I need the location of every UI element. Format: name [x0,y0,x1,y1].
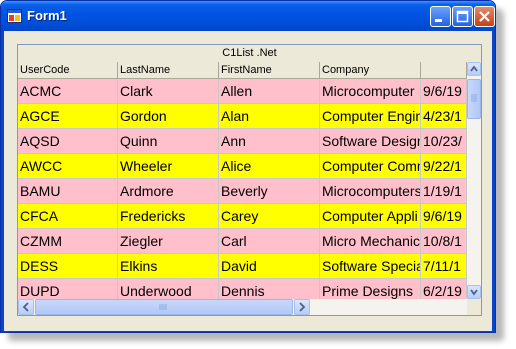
chevron-left-icon [22,302,29,312]
table-cell[interactable]: Computer Engin [320,104,421,129]
table-cell[interactable]: 10/8/1 [421,229,467,254]
table-cell[interactable]: Software Specia [320,254,421,279]
chevron-right-icon [299,302,306,312]
table-cell[interactable]: Elkins [118,254,219,279]
table-cell[interactable]: Ardmore [118,179,219,204]
table-cell[interactable]: Alice [219,154,320,179]
table-row[interactable]: AWCC Wheeler Alice Computer Comm 9/22/1 [18,154,467,179]
table-cell[interactable]: 4/23/1 [421,104,467,129]
c1list-grid[interactable]: C1List .Net UserCode LastName FirstName Com… [17,44,482,316]
table-cell[interactable]: David [219,254,320,279]
table-cell[interactable]: Alan [219,104,320,129]
table-cell[interactable]: CFCA [18,204,118,229]
window-border-right [492,31,495,331]
table-cell[interactable]: DUPD [18,279,118,299]
table-cell[interactable]: AWCC [18,154,118,179]
scroll-left-button[interactable] [18,299,34,315]
table-cell[interactable]: Prime Designs [320,279,421,299]
chevron-up-icon [470,65,478,72]
close-icon [479,11,490,22]
table-cell[interactable]: Underwood [118,279,219,299]
table-cell[interactable]: Beverly [219,179,320,204]
table-cell[interactable]: Carl [219,229,320,254]
table-row[interactable]: CZMM Ziegler Carl Micro Mechanic 10/8/1 [18,229,467,254]
column-header[interactable]: LastName [118,62,219,78]
table-cell[interactable]: Ann [219,129,320,154]
table-row[interactable]: DESS Elkins David Software Specia 7/11/1 [18,254,467,279]
table-cell[interactable]: Wheeler [118,154,219,179]
table-cell[interactable]: DESS [18,254,118,279]
horizontal-scroll-thumb[interactable] [35,299,293,315]
table-cell[interactable]: Clark [118,79,219,104]
table-cell[interactable]: Fredericks [118,204,219,229]
scrollbar-corner [467,299,481,315]
scroll-up-button[interactable] [467,62,481,76]
table-cell[interactable]: 10/23/ [421,129,467,154]
table-cell[interactable]: 9/6/19 [421,79,467,104]
table-row[interactable]: DUPD Underwood Dennis Prime Designs 6/2/19 [18,279,467,299]
minimize-icon [435,19,442,22]
application-icon[interactable] [7,9,22,23]
table-cell[interactable]: Gordon [118,104,219,129]
column-header-row: UserCode LastName FirstName Company [18,62,467,79]
title-bar[interactable]: Form1 [1,1,495,31]
vertical-scrollbar[interactable] [467,62,481,299]
table-cell[interactable]: Quinn [118,129,219,154]
table-cell[interactable]: Microcomputers [320,179,421,204]
table-cell[interactable]: Dennis [219,279,320,299]
chevron-down-icon [470,289,478,296]
table-cell[interactable]: Computer Appli [320,204,421,229]
table-cell[interactable]: 9/22/1 [421,154,467,179]
table-row[interactable]: ACMC Clark Allen Microcomputer 9/6/19 [18,79,467,104]
close-button[interactable] [474,6,495,27]
grid-rows: ACMC Clark Allen Microcomputer 9/6/19 AGCE Gor… [18,79,467,299]
table-cell[interactable]: Ziegler [118,229,219,254]
table-cell[interactable]: 9/6/19 [421,204,467,229]
table-cell[interactable]: 1/19/1 [421,179,467,204]
maximize-button[interactable] [452,6,473,27]
table-cell[interactable]: BAMU [18,179,118,204]
column-header[interactable]: UserCode [18,62,118,78]
table-cell[interactable]: AGCE [18,104,118,129]
table-cell[interactable]: Micro Mechanic [320,229,421,254]
table-cell[interactable]: Carey [219,204,320,229]
table-cell[interactable]: 6/2/19 [421,279,467,299]
table-cell[interactable]: ACMC [18,79,118,104]
table-cell[interactable]: Computer Comm [320,154,421,179]
table-cell[interactable]: CZMM [18,229,118,254]
minimize-button[interactable] [430,6,451,27]
scroll-right-button[interactable] [294,299,310,315]
column-header[interactable] [421,62,467,78]
table-row[interactable]: AGCE Gordon Alan Computer Engin 4/23/1 [18,104,467,129]
table-row[interactable]: AQSD Quinn Ann Software Design 10/23/ [18,129,467,154]
column-header[interactable]: Company [320,62,421,78]
column-header[interactable]: FirstName [219,62,320,78]
table-cell[interactable]: Microcomputer [320,79,421,104]
horizontal-scrollbar[interactable] [18,299,467,315]
scroll-down-button[interactable] [467,285,481,299]
window-title: Form1 [27,8,67,23]
table-cell[interactable]: Software Design [320,129,421,154]
vertical-scroll-thumb[interactable] [467,79,481,119]
table-row[interactable]: CFCA Fredericks Carey Computer Appli 9/6/19 [18,204,467,229]
grid-caption: C1List .Net [18,45,481,63]
table-cell[interactable]: 7/11/1 [421,254,467,279]
table-cell[interactable]: Allen [219,79,320,104]
table-row[interactable]: BAMU Ardmore Beverly Microcomputers 1/19/1 [18,179,467,204]
table-cell[interactable]: AQSD [18,129,118,154]
